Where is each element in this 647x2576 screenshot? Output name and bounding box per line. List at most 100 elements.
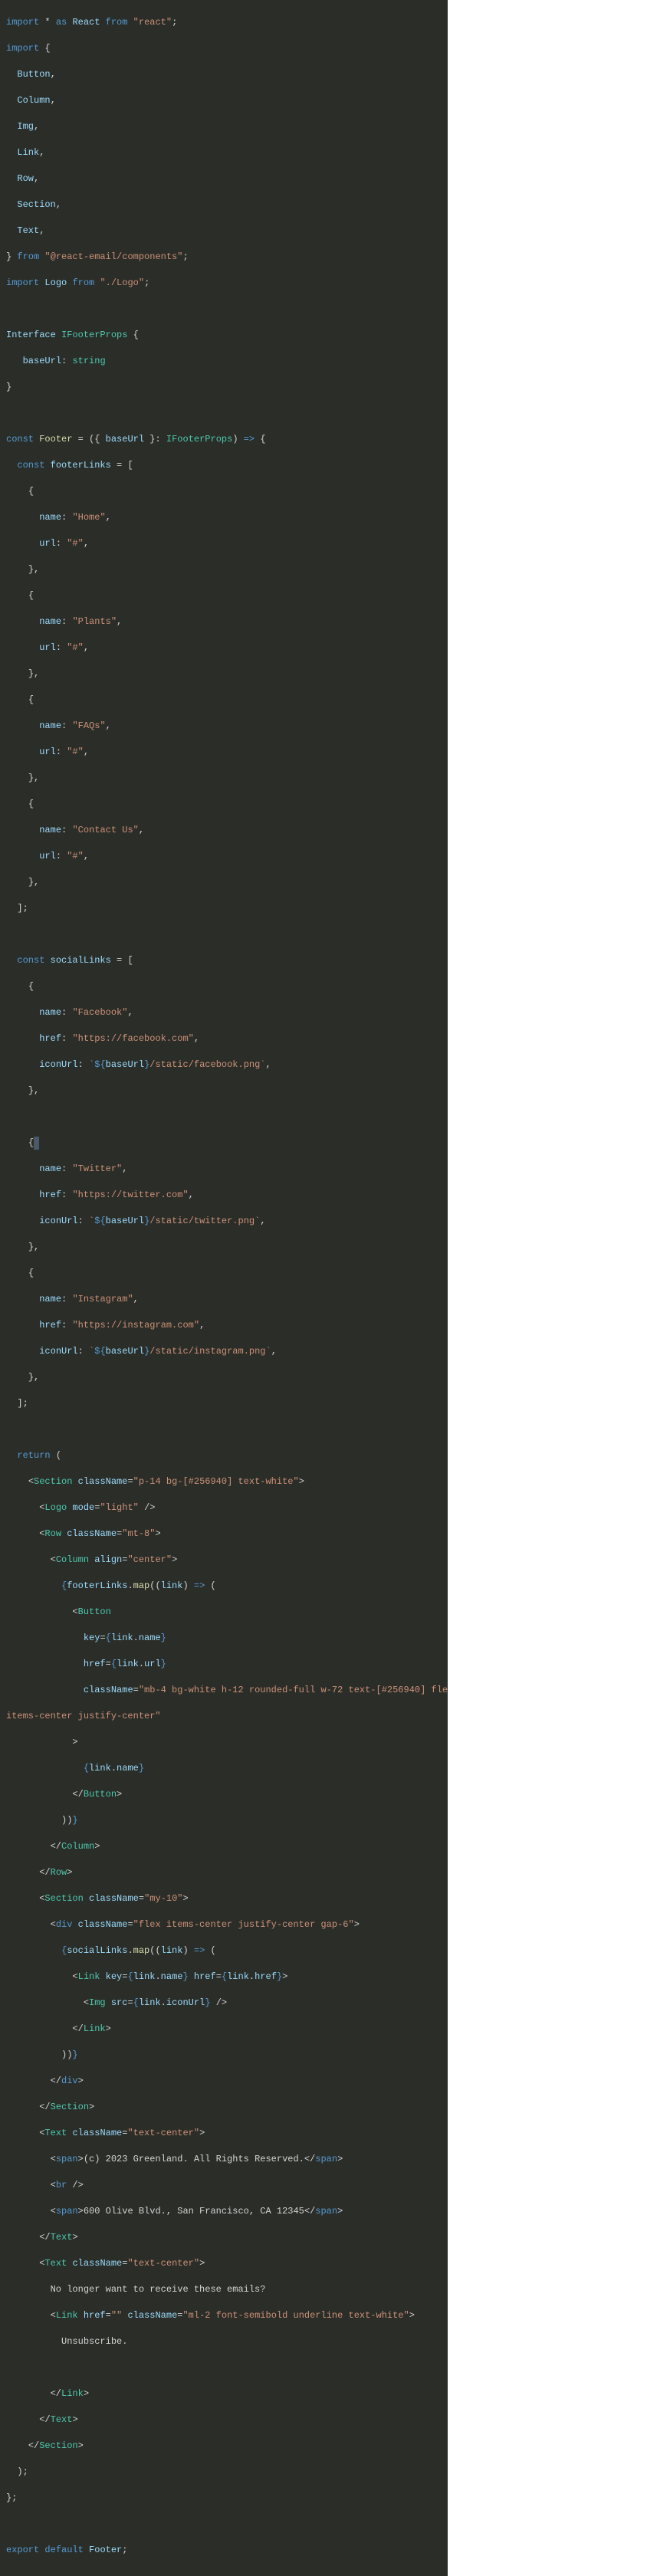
code-line[interactable]: <br /> <box>6 2179 442 2192</box>
code-line[interactable]: key={link.name} <box>6 1632 442 1645</box>
code-line[interactable]: name: "Twitter", <box>6 1163 442 1176</box>
code-line[interactable]: className="mb-4 bg-white h-12 rounded-fu… <box>6 1684 442 1697</box>
code-line[interactable]: Unsubscribe. <box>6 2335 442 2348</box>
code-editor[interactable]: import * as React from "react"; import {… <box>0 0 448 2576</box>
code-line[interactable]: return ( <box>6 1449 442 1462</box>
code-line[interactable] <box>6 1111 442 1124</box>
code-line[interactable]: Section, <box>6 199 442 212</box>
code-line[interactable]: url: "#", <box>6 850 442 863</box>
code-line[interactable]: }, <box>6 1085 442 1098</box>
code-line[interactable]: iconUrl: `${baseUrl}/static/instagram.pn… <box>6 1345 442 1358</box>
code-line[interactable]: { <box>6 1137 442 1150</box>
code-line[interactable]: href: "https://twitter.com", <box>6 1189 442 1202</box>
code-line[interactable]: {socialLinks.map((link) => ( <box>6 1944 442 1957</box>
code-line[interactable]: > <box>6 1736 442 1749</box>
code-line[interactable]: ); <box>6 2466 442 2479</box>
code-line[interactable]: No longer want to receive these emails? <box>6 2283 442 2296</box>
code-line[interactable]: <div className="flex items-center justif… <box>6 1918 442 1931</box>
code-line[interactable]: url: "#", <box>6 642 442 655</box>
code-line[interactable]: } from "@react-email/components"; <box>6 251 442 264</box>
code-line[interactable]: Interface IFooterProps { <box>6 329 442 342</box>
code-line[interactable] <box>6 1423 442 1436</box>
code-line[interactable]: const Footer = ({ baseUrl }: IFooterProp… <box>6 433 442 446</box>
code-line[interactable]: Link, <box>6 146 442 159</box>
cursor-selection <box>34 1137 39 1150</box>
code-line[interactable]: { <box>6 1267 442 1280</box>
code-line[interactable]: name: "FAQs", <box>6 720 442 733</box>
code-line[interactable]: <Row className="mt-8"> <box>6 1528 442 1541</box>
code-line[interactable] <box>6 303 442 316</box>
code-line[interactable]: </Button> <box>6 1788 442 1801</box>
code-line[interactable]: { <box>6 485 442 498</box>
code-line[interactable]: Text, <box>6 225 442 238</box>
code-line[interactable]: <Text className="text-center"> <box>6 2257 442 2270</box>
code-line[interactable]: ))} <box>6 2049 442 2062</box>
code-line[interactable]: name: "Plants", <box>6 615 442 628</box>
code-line[interactable]: }, <box>6 1241 442 1254</box>
code-line[interactable]: </Section> <box>6 2101 442 2114</box>
code-line[interactable]: <span>600 Olive Blvd., San Francisco, CA… <box>6 2205 442 2218</box>
code-line[interactable]: { <box>6 798 442 811</box>
code-line[interactable]: <Link key={link.name} href={link.href}> <box>6 1971 442 1984</box>
code-line[interactable]: import Logo from "./Logo"; <box>6 277 442 290</box>
code-line[interactable]: name: "Home", <box>6 511 442 524</box>
code-line[interactable]: Button, <box>6 68 442 81</box>
code-line[interactable]: ]; <box>6 1397 442 1410</box>
code-line[interactable]: const footerLinks = [ <box>6 459 442 472</box>
code-line[interactable] <box>6 928 442 941</box>
code-line[interactable] <box>6 2518 442 2531</box>
code-line[interactable]: <Logo mode="light" /> <box>6 1501 442 1514</box>
code-line[interactable]: </Column> <box>6 1840 442 1853</box>
code-line[interactable]: }, <box>6 876 442 889</box>
code-line[interactable]: items-center justify-center" <box>6 1710 442 1723</box>
code-line[interactable]: }, <box>6 1371 442 1384</box>
code-line[interactable]: </div> <box>6 2075 442 2088</box>
code-line[interactable]: </Text> <box>6 2414 442 2427</box>
code-line[interactable]: { <box>6 980 442 993</box>
code-line[interactable]: }; <box>6 2492 442 2505</box>
code-line[interactable]: url: "#", <box>6 537 442 550</box>
code-line[interactable]: name: "Instagram", <box>6 1293 442 1306</box>
code-line[interactable]: </Text> <box>6 2231 442 2244</box>
code-line[interactable]: <Link href="" className="ml-2 font-semib… <box>6 2309 442 2322</box>
code-line[interactable]: Img, <box>6 120 442 133</box>
code-line[interactable]: Column, <box>6 94 442 107</box>
code-line[interactable]: import * as React from "react"; <box>6 16 442 29</box>
code-line[interactable]: }, <box>6 668 442 681</box>
code-line[interactable]: Row, <box>6 172 442 185</box>
code-line[interactable]: </Link> <box>6 2023 442 2036</box>
code-line[interactable]: } <box>6 381 442 394</box>
code-line[interactable]: href={link.url} <box>6 1658 442 1671</box>
code-line[interactable]: url: "#", <box>6 746 442 759</box>
code-line[interactable] <box>6 2361 442 2374</box>
code-line[interactable]: <Button <box>6 1606 442 1619</box>
code-line[interactable]: import { <box>6 42 442 55</box>
code-line[interactable]: { <box>6 694 442 707</box>
code-line[interactable]: ))} <box>6 1814 442 1827</box>
code-line[interactable]: <Section className="my-10"> <box>6 1892 442 1905</box>
code-line[interactable]: href: "https://instagram.com", <box>6 1319 442 1332</box>
code-line[interactable]: export default Footer; <box>6 2544 442 2557</box>
code-line[interactable]: <Img src={link.iconUrl} /> <box>6 1997 442 2010</box>
code-line[interactable]: </Link> <box>6 2387 442 2400</box>
code-line[interactable]: }, <box>6 563 442 576</box>
code-line[interactable]: ]; <box>6 902 442 915</box>
code-line[interactable]: href: "https://facebook.com", <box>6 1032 442 1045</box>
code-line[interactable]: baseUrl: string <box>6 355 442 368</box>
code-line[interactable] <box>6 407 442 420</box>
code-line[interactable]: }, <box>6 772 442 785</box>
code-line[interactable]: {footerLinks.map((link) => ( <box>6 1580 442 1593</box>
code-line[interactable]: iconUrl: `${baseUrl}/static/twitter.png`… <box>6 1215 442 1228</box>
code-line[interactable]: {link.name} <box>6 1762 442 1775</box>
code-line[interactable]: </Section> <box>6 2440 442 2453</box>
code-line[interactable]: <Text className="text-center"> <box>6 2127 442 2140</box>
code-line[interactable]: name: "Facebook", <box>6 1006 442 1019</box>
code-line[interactable]: { <box>6 589 442 602</box>
code-line[interactable]: <span>(c) 2023 Greenland. All Rights Res… <box>6 2153 442 2166</box>
code-line[interactable]: <Section className="p-14 bg-[#256940] te… <box>6 1475 442 1488</box>
code-line[interactable]: name: "Contact Us", <box>6 824 442 837</box>
code-line[interactable]: <Column align="center"> <box>6 1554 442 1567</box>
code-line[interactable]: </Row> <box>6 1866 442 1879</box>
code-line[interactable]: const socialLinks = [ <box>6 954 442 967</box>
code-line[interactable]: iconUrl: `${baseUrl}/static/facebook.png… <box>6 1058 442 1071</box>
